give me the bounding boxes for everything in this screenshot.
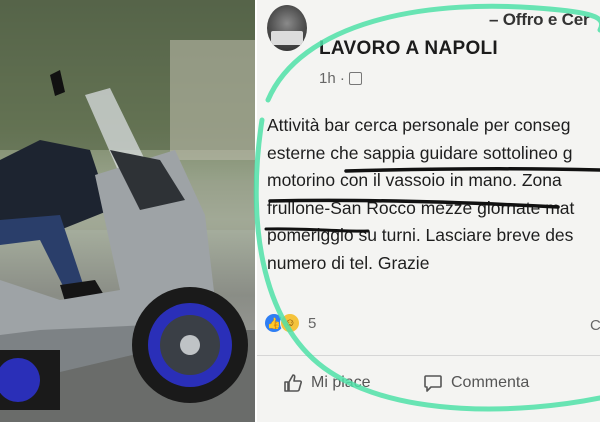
comment-count-partial[interactable]: C bbox=[590, 317, 600, 334]
reactions-summary[interactable]: 👍 ☺ 5 bbox=[265, 313, 316, 333]
action-divider bbox=[257, 355, 600, 356]
comment-button[interactable]: Commenta bbox=[423, 373, 529, 393]
post-time[interactable]: 1h · bbox=[319, 70, 345, 87]
scooter-illustration bbox=[0, 0, 257, 422]
post-line: frullone-San Rocco mezze giornate mat bbox=[267, 197, 575, 218]
haha-reaction-icon: ☺ bbox=[280, 313, 300, 333]
comment-button-label: Commenta bbox=[451, 374, 530, 391]
like-button[interactable]: Mi piace bbox=[283, 373, 371, 393]
scooter-photo bbox=[0, 0, 257, 422]
group-name[interactable]: LAVORO A NAPOLI bbox=[319, 38, 498, 60]
post-meta: 1h · bbox=[319, 70, 362, 87]
group-icon bbox=[348, 72, 362, 85]
group-avatar-icon[interactable] bbox=[267, 5, 307, 51]
comment-bubble-icon bbox=[424, 375, 442, 392]
post-line: Attività bar cerca personale per conseg bbox=[267, 115, 571, 135]
thumbs-up-icon bbox=[284, 374, 302, 392]
post-header-right[interactable]: – Offro e Cer bbox=[489, 10, 590, 30]
like-button-label: Mi piace bbox=[311, 374, 371, 391]
post-line: motorino con il vassoio in mano. Zona bbox=[267, 170, 562, 190]
post-line: pomeriggio su turni. Lasciare breve des bbox=[267, 225, 574, 245]
post-body: Attività bar cerca personale per conseg … bbox=[267, 112, 600, 277]
facebook-post: – Offro e Cer LAVORO A NAPOLI 1h · Attiv… bbox=[257, 0, 600, 422]
post-line: esterne che sappia guidare sottolineo g bbox=[267, 142, 573, 163]
reaction-count: 5 bbox=[308, 314, 317, 332]
post-line: numero di tel. Grazie bbox=[267, 252, 430, 273]
